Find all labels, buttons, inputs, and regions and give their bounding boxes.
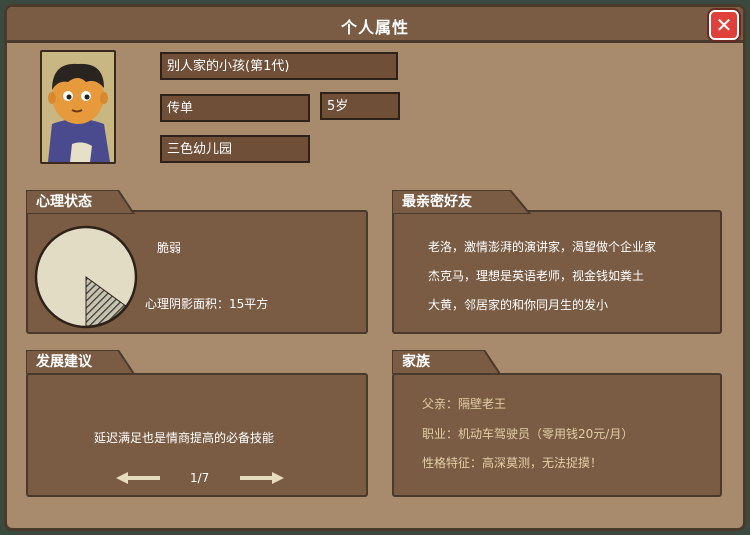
friend-item: 杰克马，理想是英语老师，视金钱如粪土 (428, 269, 645, 283)
arrow-left-icon (116, 472, 160, 484)
close-icon: ✕ (715, 13, 733, 37)
job-field: 传单 (160, 94, 310, 122)
advice-tab: 发展建议 (26, 350, 136, 374)
family-tab-label: 家族 (402, 354, 430, 370)
advice-tab-label: 发展建议 (36, 354, 92, 370)
prev-button[interactable] (114, 470, 162, 490)
school-field: 三色幼儿园 (160, 135, 310, 163)
mental-status: 脆弱 (157, 241, 182, 255)
best-friends-tab: 最亲密好友 (392, 190, 532, 214)
mental-pie-chart (34, 225, 138, 329)
friend-item: 大黄，邻居家的和你同月生的发小 (428, 298, 609, 312)
title-bar: 个人属性 ✕ (7, 7, 743, 43)
family-line: 职业：机动车驾驶员（零用钱20元/月） (422, 427, 634, 441)
next-button[interactable] (238, 470, 286, 490)
mental-state-tab-label: 心理状态 (36, 194, 92, 210)
best-friends-tab-label: 最亲密好友 (402, 194, 472, 210)
page-indicator: 1/7 (190, 471, 210, 485)
close-button[interactable]: ✕ (709, 10, 739, 40)
child-portrait-icon (42, 52, 114, 162)
family-tab: 家族 (392, 350, 502, 374)
name-field: 别人家的小孩(第1代) (160, 52, 398, 80)
window-title: 个人属性 (340, 18, 409, 37)
advice-text: 延迟满足也是情商提高的必备技能 (94, 431, 275, 445)
family-line: 性格特征：高深莫测，无法捉摸！ (422, 456, 603, 470)
friend-item: 老洛，激情澎湃的演讲家，渴望做个企业家 (428, 240, 657, 254)
family-line: 父亲：隔壁老王 (422, 397, 507, 411)
mental-state-tab: 心理状态 (26, 190, 136, 214)
age-field: 5岁 (320, 92, 400, 120)
shadow-area: 心理阴影面积：15平方 (145, 297, 269, 311)
arrow-right-icon (240, 472, 284, 484)
avatar (40, 50, 116, 164)
